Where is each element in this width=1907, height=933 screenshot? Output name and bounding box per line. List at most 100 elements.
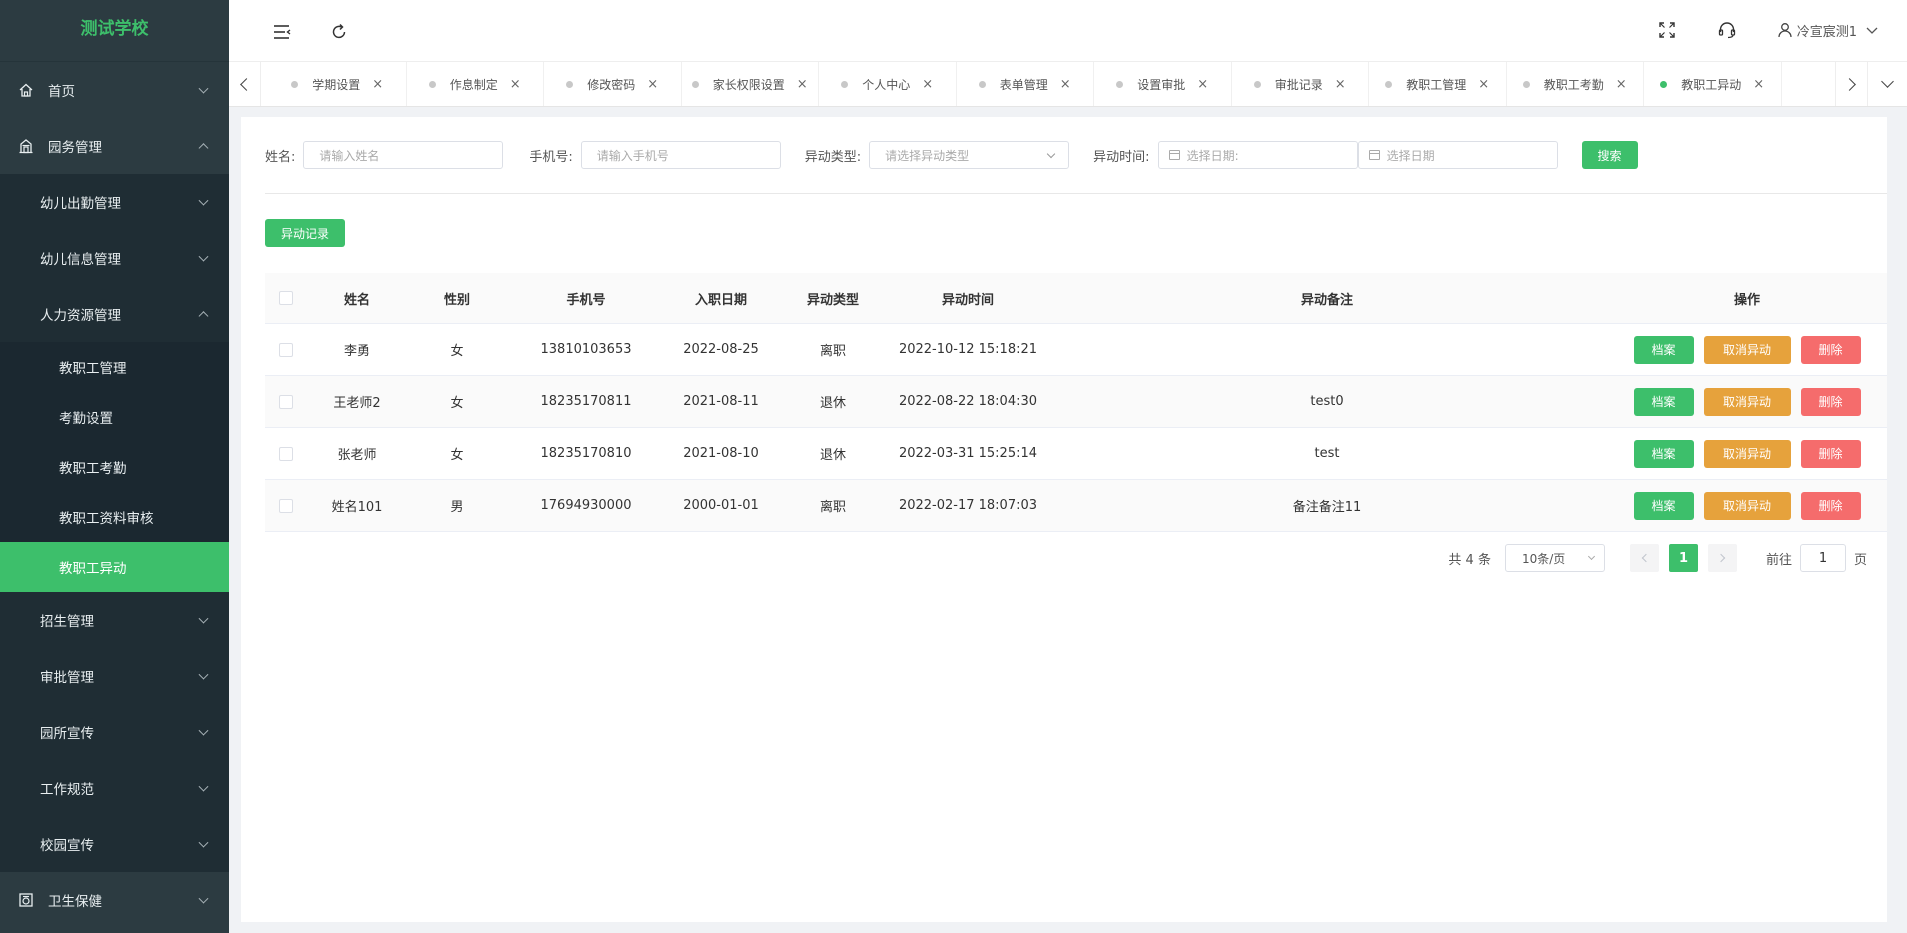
- row-checkbox[interactable]: [279, 394, 293, 409]
- refresh-button[interactable]: [329, 22, 349, 42]
- sidebar-item-health[interactable]: 卫生保健: [0, 872, 229, 928]
- sidebar-item-label: 工作规范: [40, 782, 94, 798]
- close-icon[interactable]: ×: [797, 77, 808, 92]
- close-icon[interactable]: ×: [1478, 77, 1489, 92]
- tab-personal-center[interactable]: 个人中心 ×: [819, 62, 957, 106]
- sidebar-item-hr[interactable]: 人力资源管理: [0, 286, 229, 342]
- table-row: 张老师 女 18235170810 2021-08-10 退休 2022-03-…: [265, 428, 1887, 480]
- calendar-icon: [1368, 150, 1380, 160]
- phone-placeholder: 请输入手机号: [596, 148, 669, 163]
- goto-page-input[interactable]: 1: [1799, 544, 1846, 572]
- tab-dot: [978, 80, 986, 88]
- cell-ops: 档案 取消异动 删除: [1607, 335, 1887, 364]
- goto-suffix: 页: [1853, 552, 1867, 568]
- row-checkbox[interactable]: [279, 446, 293, 461]
- sidebar-item-home[interactable]: 首页: [0, 62, 229, 118]
- sidebar-item-staff-attendance[interactable]: 教职工考勤: [0, 442, 229, 492]
- close-icon[interactable]: ×: [1197, 77, 1208, 92]
- menu-toggle-button[interactable]: [272, 22, 292, 42]
- cell-change-time: 2022-08-22 18:04:30: [898, 394, 1038, 409]
- close-icon[interactable]: ×: [1335, 77, 1346, 92]
- close-icon[interactable]: ×: [372, 77, 383, 92]
- phone-input[interactable]: 请输入手机号: [580, 141, 781, 169]
- sidebar-item-child-attendance[interactable]: 幼儿出勤管理: [0, 174, 229, 230]
- chevron-down-icon: [198, 83, 209, 94]
- name-input[interactable]: 请输入姓名: [303, 141, 504, 169]
- tab-staff-attendance[interactable]: 教职工考勤 ×: [1507, 62, 1644, 106]
- tab-label: 教职工考勤: [1543, 77, 1604, 92]
- cell-change-time: 2022-02-17 18:07:03: [898, 498, 1038, 513]
- tab-label: 表单管理: [999, 77, 1048, 92]
- close-icon[interactable]: ×: [647, 77, 658, 92]
- refresh-icon: [332, 23, 346, 39]
- sidebar-menu: 首页 园务管理 幼儿出勤管理 幼儿信息管理 人力资源管理 教职工管理 考勤设置 …: [0, 62, 229, 928]
- search-button[interactable]: 搜索: [1581, 141, 1638, 169]
- select-all-checkbox[interactable]: [279, 291, 293, 305]
- archive-button[interactable]: 档案: [1633, 491, 1694, 520]
- delete-button[interactable]: 删除: [1800, 335, 1861, 364]
- cell-change-type: 离职: [819, 500, 846, 515]
- sidebar-item-campus-promo[interactable]: 校园宣传: [0, 816, 229, 872]
- archive-button[interactable]: 档案: [1633, 439, 1694, 468]
- close-icon[interactable]: ×: [1753, 77, 1764, 92]
- tab-parent-permissions[interactable]: 家长权限设置 ×: [682, 62, 819, 106]
- health-icon: [18, 892, 34, 908]
- sidebar-item-label: 园务管理: [48, 140, 102, 156]
- sidebar-item-staff-review[interactable]: 教职工资料审核: [0, 492, 229, 542]
- tab-term-settings[interactable]: 学期设置 ×: [269, 62, 407, 106]
- delete-button[interactable]: 删除: [1800, 491, 1861, 520]
- sidebar-item-child-info[interactable]: 幼儿信息管理: [0, 230, 229, 286]
- end-date-input[interactable]: 选择日期: [1357, 141, 1558, 169]
- page-size-value: 10条/页: [1521, 551, 1566, 566]
- sidebar-item-staff-management[interactable]: 教职工管理: [0, 342, 229, 392]
- tab-menu-button[interactable]: [1867, 62, 1907, 106]
- close-icon[interactable]: ×: [922, 77, 933, 92]
- calendar-icon: [1168, 150, 1180, 160]
- chevron-down-icon: [198, 837, 209, 848]
- fullscreen-button[interactable]: [1657, 20, 1677, 40]
- tab-staff-management[interactable]: 教职工管理 ×: [1369, 62, 1507, 106]
- sidebar-item-approval[interactable]: 审批管理: [0, 648, 229, 704]
- tab-scroll-right-button[interactable]: [1835, 62, 1867, 106]
- change-type-select[interactable]: 请选择异动类型: [869, 141, 1070, 169]
- row-checkbox[interactable]: [279, 342, 293, 357]
- tab-schedule[interactable]: 作息制定 ×: [407, 62, 544, 106]
- row-checkbox[interactable]: [279, 498, 293, 513]
- support-button[interactable]: [1717, 20, 1737, 40]
- tab-approval-records[interactable]: 审批记录 ×: [1232, 62, 1369, 106]
- change-record-button[interactable]: 异动记录: [265, 219, 345, 247]
- prev-page-button[interactable]: [1629, 544, 1659, 572]
- tab-scroll-left-button[interactable]: [229, 62, 261, 106]
- user-menu[interactable]: 冷宣宸测1: [1777, 21, 1879, 40]
- close-icon[interactable]: ×: [510, 77, 521, 92]
- sidebar-item-garden-affairs[interactable]: 园务管理: [0, 118, 229, 174]
- cancel-change-button[interactable]: 取消异动: [1703, 387, 1791, 416]
- cancel-change-button[interactable]: 取消异动: [1703, 335, 1791, 364]
- tab-form-management[interactable]: 表单管理 ×: [957, 62, 1094, 106]
- archive-button[interactable]: 档案: [1633, 335, 1694, 364]
- cancel-change-button[interactable]: 取消异动: [1703, 491, 1791, 520]
- sidebar-item-work-rules[interactable]: 工作规范: [0, 760, 229, 816]
- sidebar-item-label: 招生管理: [40, 614, 94, 630]
- delete-button[interactable]: 删除: [1800, 387, 1861, 416]
- tab-change-password[interactable]: 修改密码 ×: [544, 62, 682, 106]
- tab-label: 审批记录: [1274, 77, 1323, 92]
- cell-sex: 男: [450, 500, 464, 515]
- close-icon[interactable]: ×: [1616, 77, 1627, 92]
- next-page-button[interactable]: [1707, 544, 1737, 572]
- cancel-change-button[interactable]: 取消异动: [1703, 439, 1791, 468]
- tab-approval-settings[interactable]: 设置审批 ×: [1094, 62, 1232, 106]
- delete-button[interactable]: 删除: [1800, 439, 1861, 468]
- page-number-button[interactable]: 1: [1668, 544, 1698, 572]
- archive-button[interactable]: 档案: [1633, 387, 1694, 416]
- close-icon[interactable]: ×: [1060, 77, 1071, 92]
- start-date-input[interactable]: 选择日期:: [1157, 141, 1358, 169]
- tab-label: 修改密码: [587, 77, 636, 92]
- page-size-select[interactable]: 10条/页: [1504, 544, 1605, 572]
- sidebar-item-staff-change[interactable]: 教职工异动: [0, 542, 229, 592]
- sidebar-item-enrollment[interactable]: 招生管理: [0, 592, 229, 648]
- sidebar-item-attendance-settings[interactable]: 考勤设置: [0, 392, 229, 442]
- sidebar-item-garden-promo[interactable]: 园所宣传: [0, 704, 229, 760]
- tab-staff-change[interactable]: 教职工异动 ×: [1644, 62, 1782, 106]
- chevron-down-icon: [198, 195, 209, 206]
